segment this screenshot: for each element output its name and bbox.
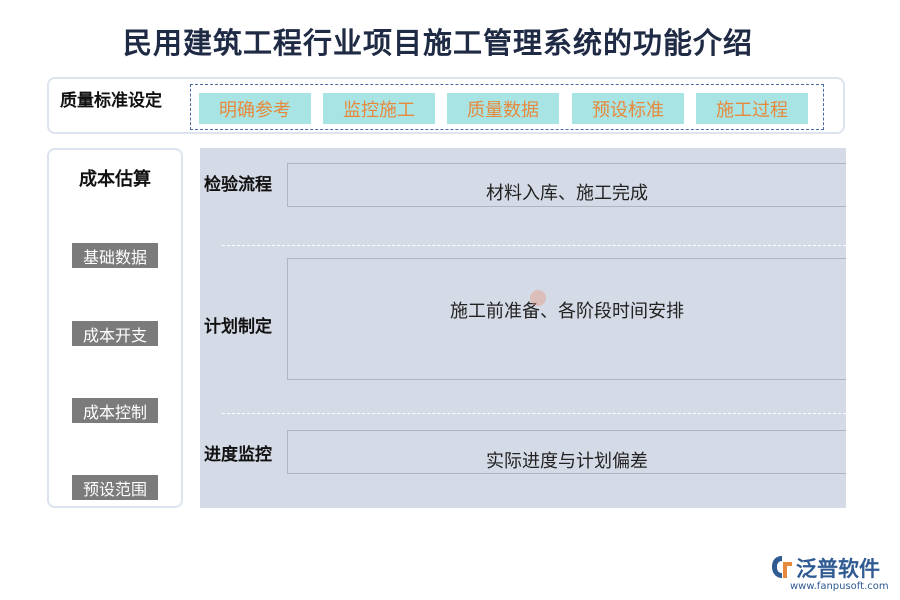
fanpu-logo-name: 泛普软件 (796, 557, 880, 581)
process-divider (222, 413, 846, 414)
process-box-progress: 实际进度与计划偏差 (287, 430, 846, 474)
watermark-icon (530, 290, 546, 306)
process-box-inspection: 材料入库、施工完成 (287, 163, 846, 207)
cost-item-preset-range: 预设范围 (72, 475, 158, 500)
fanpu-logo-icon (772, 556, 792, 578)
process-box-planning: 施工前准备、各阶段时间安排 (287, 258, 846, 380)
process-content-planning: 施工前准备、各阶段时间安排 (450, 301, 684, 322)
process-content-progress: 实际进度与计划偏差 (486, 451, 648, 472)
process-label-planning: 计划制定 (204, 317, 272, 337)
cost-estimation-title: 成本估算 (79, 169, 151, 190)
cost-item-cost-control: 成本控制 (72, 398, 158, 423)
quality-item-preset-standard: 预设标准 (572, 93, 684, 124)
process-label-progress: 进度监控 (204, 445, 272, 465)
quality-standard-label: 质量标准设定 (60, 91, 162, 111)
quality-standard-panel: 质量标准设定 明确参考 监控施工 质量数据 预设标准 施工过程 (47, 77, 845, 134)
quality-item-clear-reference: 明确参考 (199, 93, 311, 124)
page-title: 民用建筑工程行业项目施工管理系统的功能介绍 (122, 26, 753, 60)
process-panel: 检验流程 材料入库、施工完成 计划制定 施工前准备、各阶段时间安排 进度监控 实… (200, 148, 846, 508)
quality-items-group: 明确参考 监控施工 质量数据 预设标准 施工过程 (190, 84, 824, 130)
process-divider (222, 245, 846, 246)
cost-item-basic-data: 基础数据 (72, 243, 158, 268)
quality-item-quality-data: 质量数据 (447, 93, 559, 124)
process-label-inspection: 检验流程 (204, 175, 272, 195)
cost-estimation-panel: 成本估算 基础数据 成本开支 成本控制 预设范围 (47, 148, 183, 508)
quality-item-monitor-construction: 监控施工 (323, 93, 435, 124)
quality-item-construction-process: 施工过程 (696, 93, 808, 124)
process-content-inspection: 材料入库、施工完成 (486, 183, 648, 204)
fanpu-logo-url: www.fanpusoft.com (790, 581, 889, 592)
cost-item-cost-expense: 成本开支 (72, 321, 158, 346)
